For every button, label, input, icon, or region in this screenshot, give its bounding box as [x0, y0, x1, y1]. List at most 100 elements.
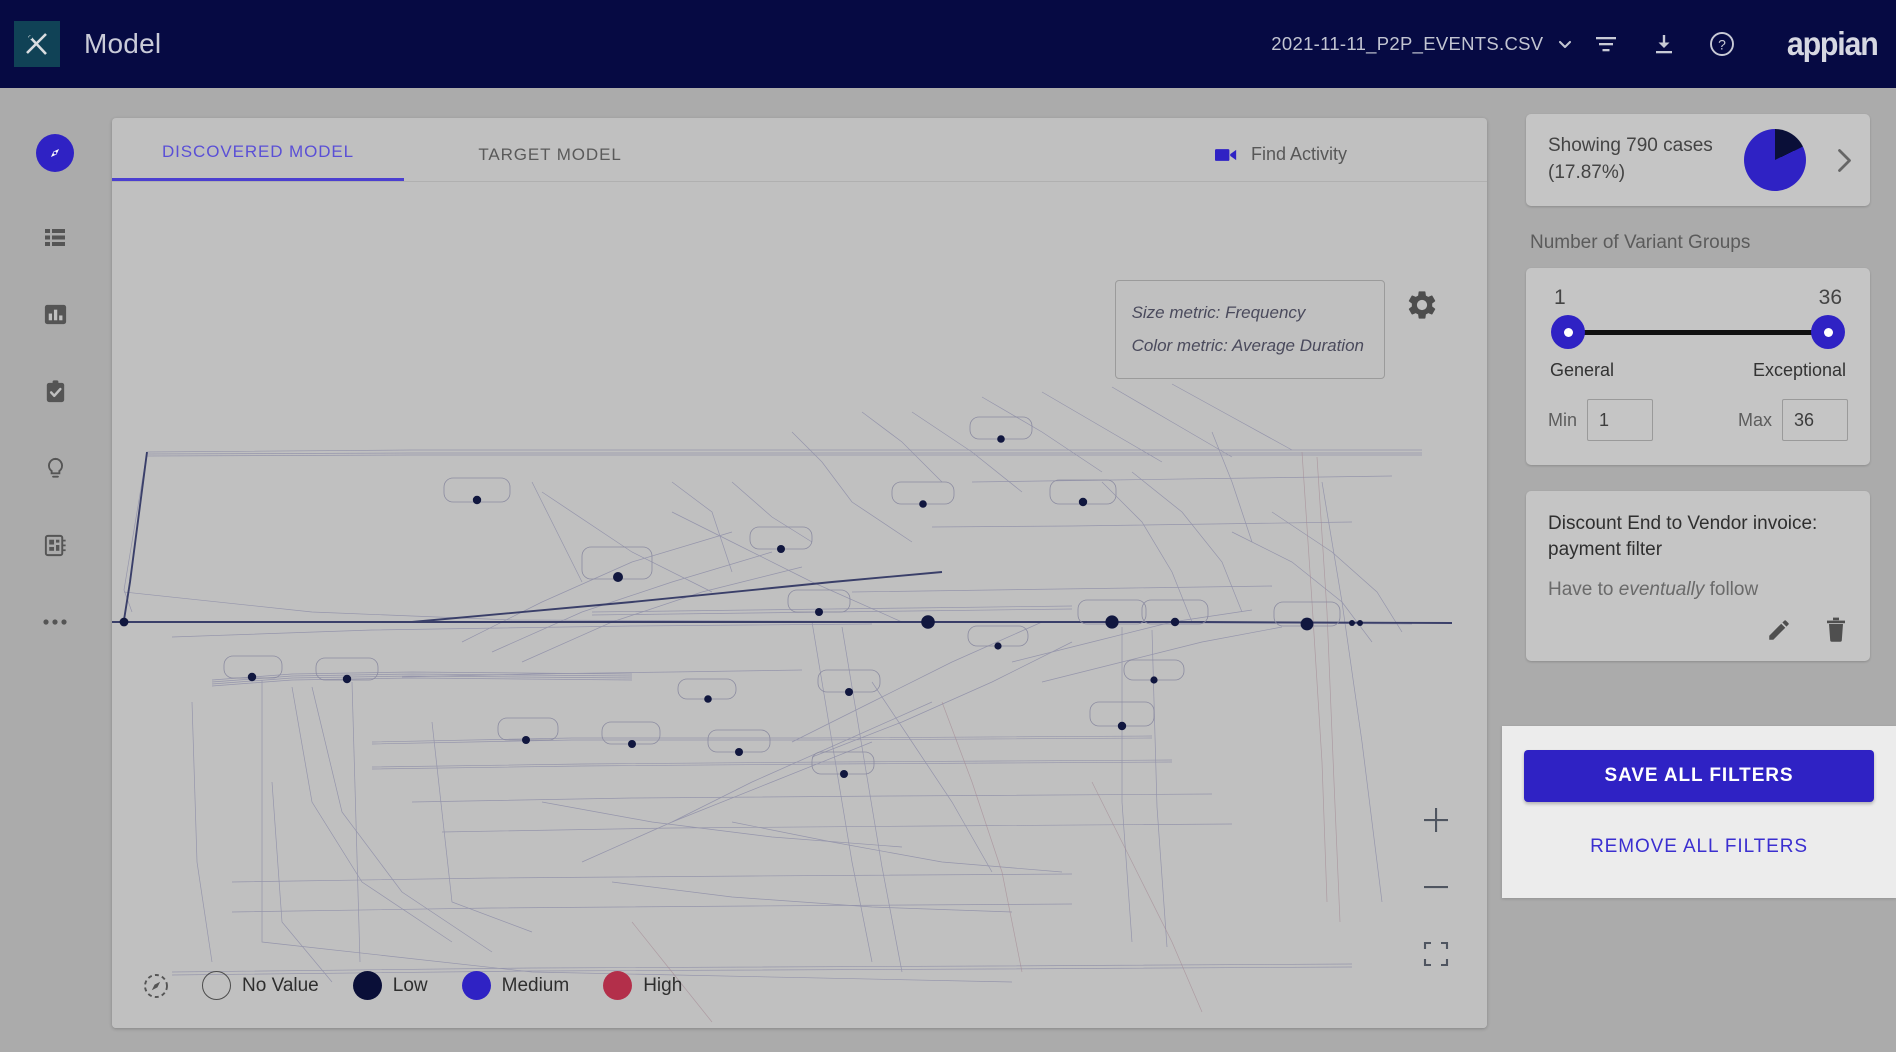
min-label: Min: [1548, 409, 1578, 430]
fit-screen-button[interactable]: [1423, 941, 1449, 972]
contact-book-icon: [44, 534, 66, 556]
svg-text:?: ?: [1719, 37, 1727, 53]
main-content-card: DISCOVERED MODEL TARGET MODEL Find Activ…: [112, 118, 1487, 1028]
legend-label-low: Low: [392, 974, 428, 996]
filter-icon[interactable]: [1577, 18, 1635, 70]
app-header: Model 2021-11-11_P2P_EVENTS.CSV ? appian: [0, 0, 1896, 88]
color-metric-label: Color metric: Average Duration: [1131, 336, 1364, 356]
max-input[interactable]: [1782, 399, 1848, 441]
cases-pie-chart: [1743, 129, 1806, 191]
cases-count-line: Showing 790 cases: [1548, 135, 1713, 157]
filter-subtitle-prefix: Have to: [1548, 579, 1619, 601]
compass-icon: [44, 142, 66, 164]
list-icon: [45, 229, 65, 246]
slider-value-min: 1: [1554, 286, 1566, 309]
plus-icon: [1424, 808, 1448, 832]
appian-k-logo-icon[interactable]: [14, 21, 60, 67]
variant-groups-title: Number of Variant Groups: [1530, 232, 1751, 253]
file-selector[interactable]: 2021-11-11_P2P_EVENTS.CSV: [1267, 27, 1577, 61]
slider-knob-max[interactable]: [1811, 315, 1845, 349]
active-filter-card: Discount End to Vendor invoice: payment …: [1526, 491, 1870, 661]
filter-title: Discount End to Vendor invoice: payment …: [1548, 513, 1818, 561]
legend-swatch-high: [603, 971, 633, 1000]
sidebar-item-analytics[interactable]: [29, 288, 81, 340]
slider-endpoint-labels: General Exceptional: [1548, 350, 1848, 381]
slider-values: 1 36: [1548, 286, 1848, 314]
legend-swatch-medium: [461, 971, 491, 1000]
sidebar-item-list[interactable]: [29, 211, 81, 263]
slider-label-exceptional: Exceptional: [1752, 360, 1846, 380]
save-all-filters-button[interactable]: SAVE ALL FILTERS: [1524, 750, 1874, 802]
trash-icon[interactable]: [1824, 617, 1848, 643]
chevron-right-icon[interactable]: [1837, 148, 1852, 173]
left-sidebar: [0, 88, 110, 1052]
file-name-label: 2021-11-11_P2P_EVENTS.CSV: [1271, 33, 1544, 54]
lightbulb-icon: [47, 457, 63, 478]
video-camera-icon: [1214, 148, 1237, 161]
find-activity-button[interactable]: Find Activity: [1214, 144, 1347, 165]
bar-chart-icon: [44, 304, 66, 324]
right-sidebar: Showing 790 cases (17.87%) Number of Var…: [1500, 88, 1896, 1052]
fullscreen-icon: [1423, 941, 1449, 967]
appian-brand-logo: appian: [1787, 25, 1879, 62]
tab-target-model[interactable]: TARGET MODEL: [404, 145, 696, 181]
header-right: 2021-11-11_P2P_EVENTS.CSV ? appian: [1267, 18, 1896, 70]
sidebar-item-more[interactable]: [29, 596, 81, 648]
slider-value-max: 36: [1818, 286, 1842, 309]
max-group: Max: [1738, 399, 1848, 441]
remove-all-filters-button[interactable]: REMOVE ALL FILTERS: [1524, 824, 1874, 870]
zoom-controls: [1423, 807, 1449, 972]
max-label: Max: [1737, 409, 1772, 430]
slider-knob-min[interactable]: [1551, 315, 1585, 349]
filter-actions: [1548, 617, 1848, 643]
size-metric-label: Size metric: Frequency: [1131, 303, 1306, 322]
legend-item-high: High: [603, 971, 682, 1000]
filter-subtitle: Have to eventually follow: [1548, 579, 1848, 601]
min-max-row: Min Max: [1548, 399, 1848, 441]
cases-percent-line: (17.87%): [1548, 162, 1626, 183]
download-icon[interactable]: [1635, 18, 1693, 70]
tab-discovered-model[interactable]: DISCOVERED MODEL: [112, 142, 404, 181]
min-group: Min: [1548, 399, 1654, 441]
cases-text: Showing 790 cases (17.87%): [1548, 133, 1713, 187]
help-circle-icon[interactable]: ?: [1693, 18, 1751, 70]
minus-icon: [1424, 886, 1448, 889]
reset-compass-icon[interactable]: [142, 972, 170, 1000]
slider-label-general: General: [1550, 360, 1615, 380]
legend-label-medium: Medium: [501, 974, 570, 996]
slider-track: [1568, 329, 1828, 335]
legend-label-high: High: [643, 974, 683, 996]
page-title: Model: [84, 28, 162, 59]
legend-item-no-value: No Value: [202, 971, 319, 1000]
sidebar-item-insights[interactable]: [29, 442, 81, 494]
legend-item-low: Low: [352, 971, 428, 1000]
legend-item-medium: Medium: [461, 971, 570, 1000]
cases-summary-card[interactable]: Showing 790 cases (17.87%): [1526, 114, 1870, 206]
header-left: Model: [0, 21, 161, 67]
variant-groups-slider-card: 1 36 General Exceptional Min Max: [1526, 268, 1870, 465]
zoom-in-button[interactable]: [1423, 807, 1449, 838]
zoom-out-button[interactable]: [1423, 874, 1449, 905]
metric-legend-box: Size metric: Frequency Color metric: Ave…: [1114, 280, 1385, 380]
gear-icon[interactable]: [1405, 288, 1439, 322]
chevron-down-icon: [1559, 40, 1572, 49]
filter-actions-panel: SAVE ALL FILTERS REMOVE ALL FILTERS: [1502, 726, 1896, 898]
pencil-icon[interactable]: [1766, 617, 1792, 643]
process-model-canvas[interactable]: Size metric: Frequency Color metric: Ave…: [112, 182, 1487, 1028]
tab-bar: DISCOVERED MODEL TARGET MODEL Find Activ…: [112, 118, 1487, 182]
filter-subtitle-suffix: follow: [1704, 579, 1759, 601]
filter-subtitle-emphasis: eventually: [1618, 579, 1705, 601]
legend-swatch-low: [352, 971, 382, 1000]
sidebar-item-discover[interactable]: [36, 134, 74, 172]
min-input[interactable]: [1587, 399, 1654, 441]
color-legend: No Value Low Medium High: [142, 971, 716, 1000]
sidebar-item-data[interactable]: [29, 519, 81, 571]
more-horizontal-icon: [43, 619, 67, 625]
clipboard-check-icon: [46, 379, 64, 402]
legend-label-no-value: No Value: [242, 974, 319, 996]
sidebar-item-conformance[interactable]: [29, 365, 81, 417]
find-activity-label: Find Activity: [1250, 144, 1347, 164]
variant-range-slider[interactable]: [1548, 314, 1848, 350]
app-root: Model 2021-11-11_P2P_EVENTS.CSV ? appian…: [0, 0, 1896, 1052]
legend-swatch-no-value: [202, 971, 231, 1000]
